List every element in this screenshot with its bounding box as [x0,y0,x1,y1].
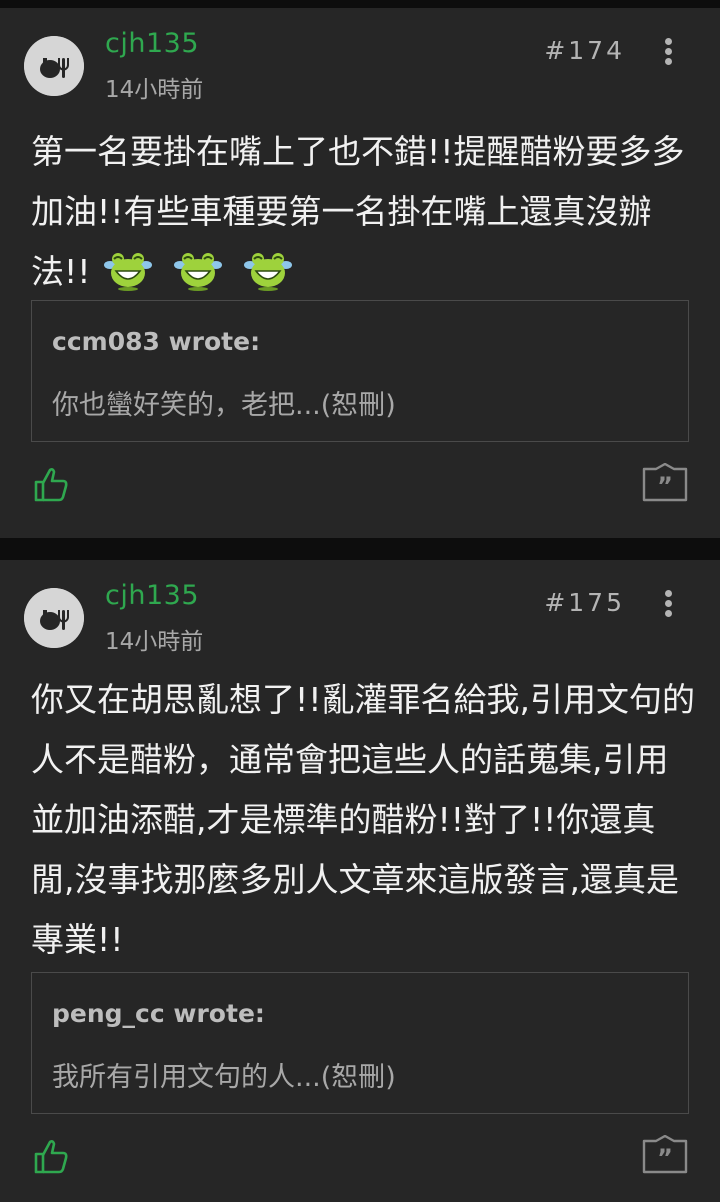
username[interactable]: cjh135 [105,580,199,611]
post-content: 你又在胡思亂想了!!亂灌罪名給我,引用文句的人不是醋粉，通常會把這些人的話蒐集,… [31,670,696,970]
svg-text:”: ” [657,1144,673,1172]
username[interactable]: cjh135 [105,28,199,59]
quote-author: ccm083 wrote: [52,327,261,356]
reply-quote-button[interactable]: ” [642,1134,688,1175]
quote-box[interactable]: peng_cc wrote: 我所有引用文句的人...(恕刪) [31,972,689,1114]
floor-number: #175 [544,588,625,617]
post-time: 14小時前 [105,77,204,103]
quote-reply-icon: ” [642,462,688,502]
avatar[interactable] [24,588,84,648]
post-time: 14小時前 [105,629,204,655]
quote-box[interactable]: ccm083 wrote: 你也蠻好笑的，老把...(恕刪) [31,300,689,442]
quote-text: 我所有引用文句的人...(恕刪) [52,1062,396,1093]
avatar[interactable] [24,36,84,96]
thumbs-up-icon [34,1140,68,1174]
laughing-frog-icon [174,253,223,291]
thread-page: cjh135 14小時前 #174 第一名要掛在嘴上了也不錯!!提醒醋粉要多多加… [0,0,720,1202]
default-avatar-icon [24,36,84,96]
post-175: cjh135 14小時前 #175 你又在胡思亂想了!!亂灌罪名給我,引用文句的… [0,560,720,1202]
floor-number: #174 [544,36,625,65]
laughing-frog-icon [244,253,293,291]
like-button[interactable] [32,1136,72,1176]
like-button[interactable] [32,464,72,504]
quote-author: peng_cc wrote: [52,999,265,1028]
post-text: 你又在胡思亂想了!!亂灌罪名給我,引用文句的人不是醋粉，通常會把這些人的話蒐集,… [31,680,695,959]
reply-quote-button[interactable]: ” [642,462,688,503]
thumbs-up-icon [34,468,68,502]
post-content: 第一名要掛在嘴上了也不錯!!提醒醋粉要多多加油!!有些車種要第一名掛在嘴上還真沒… [31,122,696,302]
svg-text:”: ” [657,472,673,500]
quote-reply-icon: ” [642,1134,688,1174]
more-vertical-icon[interactable] [658,588,678,620]
post-174: cjh135 14小時前 #174 第一名要掛在嘴上了也不錯!!提醒醋粉要多多加… [0,8,720,538]
more-vertical-icon[interactable] [658,36,678,68]
default-avatar-icon [24,588,84,648]
laughing-frog-icon [104,253,153,291]
quote-text: 你也蠻好笑的，老把...(恕刪) [52,390,396,421]
